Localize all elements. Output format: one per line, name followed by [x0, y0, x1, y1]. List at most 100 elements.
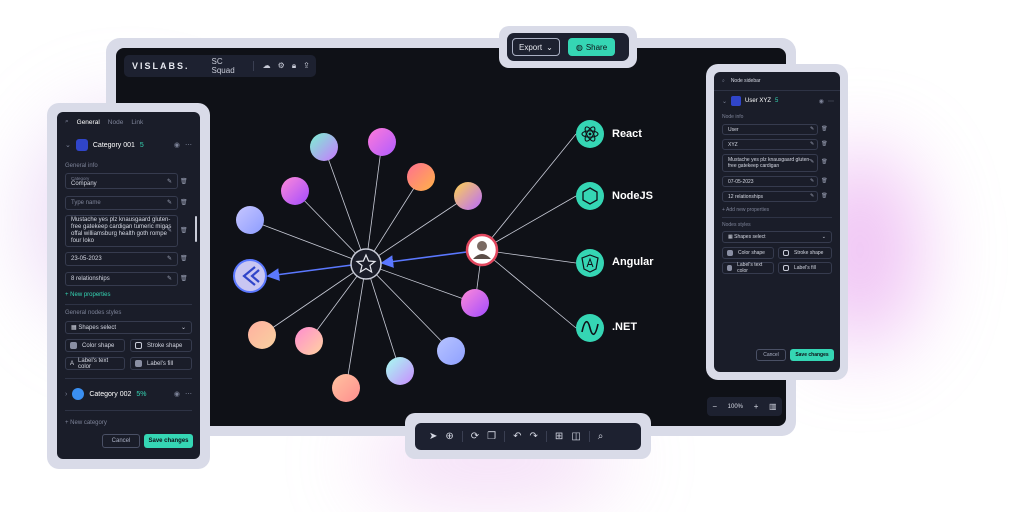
field-relationships[interactable]: 12 relationships	[722, 191, 818, 202]
category2-header[interactable]: › Category 002 5% ◉ ⋯	[65, 388, 192, 400]
eye-icon[interactable]: ◉	[174, 141, 180, 149]
tech-node-react[interactable]	[576, 120, 604, 148]
edit-icon[interactable]: ✎	[810, 159, 814, 165]
lock-icon[interactable]: 🔒︎	[292, 61, 296, 71]
save-button[interactable]: Save changes	[144, 434, 193, 448]
save-button[interactable]: Save changes	[790, 349, 834, 361]
stroke-shape-button[interactable]: Stroke shape	[778, 247, 832, 259]
category1-header[interactable]: ⌄ Category 001 5 ◉ ⋯	[65, 139, 192, 151]
field-description[interactable]: Mustache yes plz knausgaard gluten-free …	[65, 215, 178, 247]
field-xyz[interactable]: XYZ	[722, 139, 818, 150]
trash-icon[interactable]: 🗑︎	[821, 159, 827, 165]
tab-general[interactable]: General	[77, 119, 100, 126]
edit-icon[interactable]: ✎	[167, 199, 172, 206]
label-text-color-button[interactable]: Label's text color	[722, 262, 774, 274]
trash-icon[interactable]: 🗑︎	[180, 275, 188, 282]
eye-icon[interactable]: ◉	[819, 98, 824, 105]
edit-icon[interactable]: ✎	[810, 193, 814, 199]
graph-node[interactable]	[332, 374, 360, 402]
refresh-icon[interactable]: ⟳	[471, 431, 479, 442]
pointer-icon[interactable]: ➤	[429, 431, 437, 442]
tech-node-dotnet[interactable]	[576, 314, 604, 342]
add-property-link[interactable]: + Add new properties	[722, 207, 769, 213]
graph-node[interactable]	[461, 289, 489, 317]
graph-node[interactable]	[407, 163, 435, 191]
label-text-color-button[interactable]: A Label's text color	[65, 357, 125, 370]
chevron-down-icon[interactable]: ⌄	[722, 98, 727, 105]
field-type-name[interactable]: Type name	[65, 196, 178, 210]
gear-icon[interactable]: ⚙	[278, 61, 285, 71]
graph-node[interactable]	[368, 128, 396, 156]
color-shape-button[interactable]: Color shape	[65, 339, 125, 352]
trash-icon[interactable]: 🗑︎	[180, 227, 188, 234]
export-button[interactable]: Export ⌄	[512, 38, 560, 56]
trash-icon[interactable]: 🗑︎	[821, 126, 827, 132]
user-header[interactable]: ⌄ User XYZ 5 ◉ ⋯	[722, 96, 834, 106]
redo-icon[interactable]: ↷	[530, 431, 538, 442]
graph-node[interactable]	[295, 327, 323, 355]
more-icon[interactable]: ⋯	[185, 141, 192, 149]
shapes-select[interactable]: ▦ Shapes select ⌄	[65, 321, 192, 334]
field-date[interactable]: 07-05-2023	[722, 176, 818, 187]
more-icon[interactable]: ⋯	[828, 98, 834, 105]
graph-svg[interactable]	[116, 48, 786, 426]
trash-icon[interactable]: 🗑︎	[821, 178, 827, 184]
graph-node[interactable]	[248, 321, 276, 349]
eye-icon[interactable]: ◉	[174, 390, 180, 398]
scrollbar[interactable]	[195, 216, 197, 242]
trash-icon[interactable]: 🗑︎	[180, 199, 188, 206]
graph-node[interactable]	[437, 337, 465, 365]
chevron-down-icon[interactable]: ⌄	[65, 141, 71, 149]
graph-node[interactable]	[310, 133, 338, 161]
edit-icon[interactable]: ✎	[167, 275, 172, 282]
graph-canvas[interactable]	[116, 48, 786, 426]
edit-icon[interactable]: ✎	[167, 227, 172, 234]
upload-icon[interactable]: ⇪	[303, 61, 310, 71]
trash-icon[interactable]: 🗑︎	[821, 141, 827, 147]
layout-columns-icon[interactable]: ◫	[571, 431, 580, 442]
copy-icon[interactable]: ❐	[487, 431, 496, 442]
field-relationships[interactable]: 8 relationships	[65, 272, 178, 286]
share-button[interactable]: ◍ Share	[567, 38, 616, 56]
add-node-icon[interactable]: ⊕	[445, 431, 453, 442]
shapes-select[interactable]: ▦ Shapes select ⌄	[722, 231, 832, 243]
new-properties-link[interactable]: + New properties	[65, 292, 111, 298]
right-panel-search[interactable]: ⌕ Node sidebar	[722, 78, 761, 84]
tech-node-angular[interactable]	[576, 249, 604, 277]
graph-node[interactable]	[236, 206, 264, 234]
more-icon[interactable]: ⋯	[185, 390, 192, 398]
undo-icon[interactable]: ↶	[513, 431, 521, 442]
edit-icon[interactable]: ✎	[810, 126, 814, 132]
layout-grid-icon[interactable]: ⊞	[555, 431, 563, 442]
stroke-shape-button[interactable]: Stroke shape	[130, 339, 192, 352]
color-shape-button[interactable]: Color shape	[722, 247, 774, 259]
tech-node-nodejs[interactable]	[576, 182, 604, 210]
category-node[interactable]	[233, 259, 267, 293]
chevron-right-icon[interactable]: ›	[65, 391, 67, 398]
edit-icon[interactable]: ✎	[810, 141, 814, 147]
edit-icon[interactable]: ✎	[810, 178, 814, 184]
field-category[interactable]: Category Company	[65, 173, 178, 189]
zoom-in-icon[interactable]: +	[754, 402, 759, 411]
trash-icon[interactable]: 🗑︎	[821, 193, 827, 199]
edit-icon[interactable]: ✎	[167, 255, 172, 262]
map-icon[interactable]: ▥	[769, 402, 777, 411]
cloud-icon[interactable]: ☁	[263, 61, 271, 71]
graph-node[interactable]	[454, 182, 482, 210]
field-description[interactable]: Mustache yes plz knausgaard gluten-free …	[722, 154, 818, 172]
zoom-out-icon[interactable]: −	[712, 402, 717, 411]
label-fill-button[interactable]: Label's fill	[778, 262, 832, 274]
team-name[interactable]: SC Squad	[212, 57, 235, 75]
edit-icon[interactable]: ✎	[167, 178, 172, 185]
cancel-button[interactable]: Cancel	[756, 349, 786, 361]
graph-node[interactable]	[281, 177, 309, 205]
trash-icon[interactable]: 🗑︎	[180, 178, 188, 185]
label-fill-button[interactable]: Label's fill	[130, 357, 192, 370]
new-category-link[interactable]: + New category	[65, 420, 107, 426]
tab-node[interactable]: Node	[108, 119, 124, 126]
graph-node[interactable]	[386, 357, 414, 385]
field-user[interactable]: User	[722, 124, 818, 135]
tab-link[interactable]: Link	[131, 119, 143, 126]
field-date[interactable]: 23-05-2023	[65, 252, 178, 266]
search-icon[interactable]: ⌕	[598, 431, 604, 442]
